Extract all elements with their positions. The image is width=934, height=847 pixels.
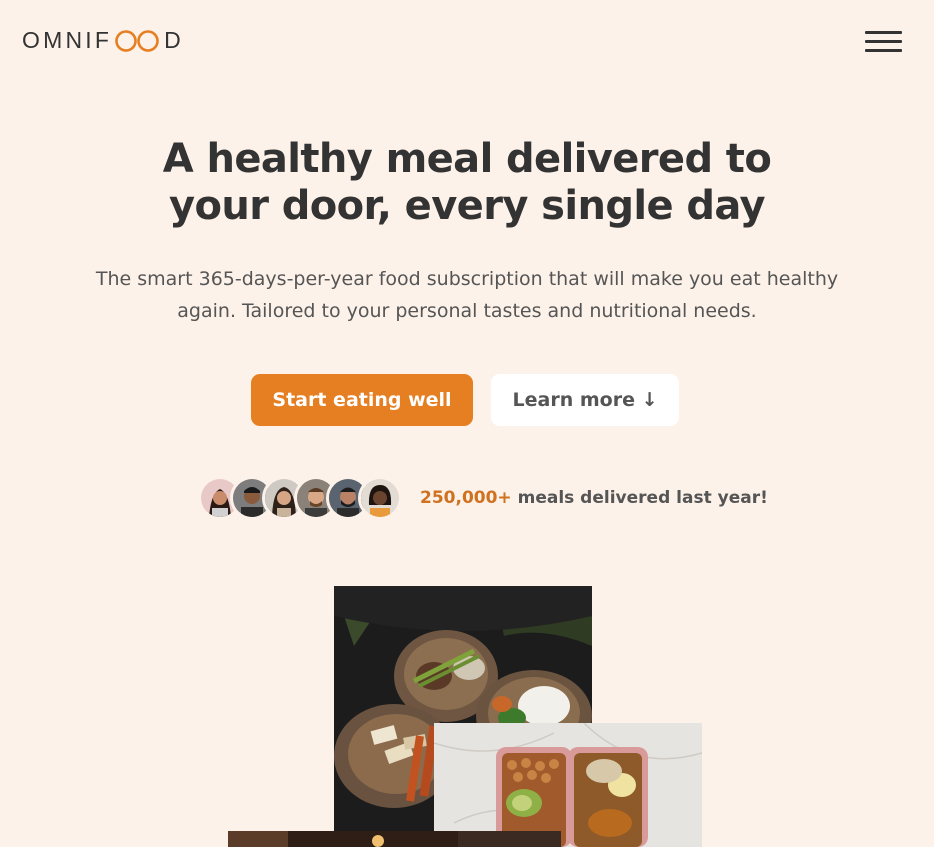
delivered-meals-section: 250,000+ meals delivered last year!	[198, 475, 768, 521]
learn-more-button[interactable]: Learn more ↓	[491, 374, 679, 426]
hero-title: A healthy meal delivered to your door, e…	[162, 136, 772, 229]
hero-description: The smart 365-days-per-year food subscri…	[95, 268, 839, 322]
logo-text-left: OMNIF	[22, 27, 113, 53]
hamburger-menu-icon[interactable]	[865, 29, 903, 54]
start-eating-well-button[interactable]: Start eating well	[251, 374, 473, 426]
logo-text-right: D	[164, 27, 184, 53]
customer-avatar	[358, 476, 402, 520]
family-dinner-image	[228, 831, 561, 847]
meals-count: 250,000+	[420, 488, 512, 508]
customer-avatars	[198, 476, 402, 520]
delivered-meals-text: 250,000+ meals delivered last year!	[420, 488, 768, 508]
omnifood-logo[interactable]: OMNIF D	[22, 27, 184, 54]
infinity-logo-icon	[115, 29, 159, 52]
site-header: OMNIF D	[0, 0, 934, 82]
meals-label: meals delivered last year!	[511, 488, 768, 508]
meal-prep-containers-image	[434, 723, 702, 847]
